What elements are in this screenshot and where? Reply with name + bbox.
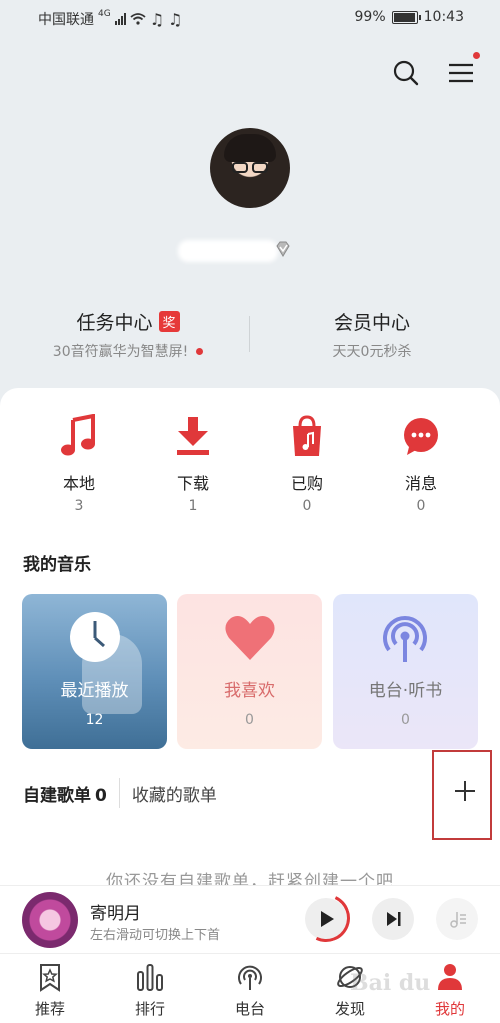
next-icon	[387, 912, 401, 926]
add-playlist-button[interactable]	[432, 750, 492, 840]
tile-radio-audiobook[interactable]: 电台·听书 0	[333, 594, 478, 749]
bar-chart-icon	[137, 964, 163, 991]
vip-center-subtitle: 天天0元秒杀	[332, 344, 412, 360]
network-label: 4G	[98, 9, 111, 19]
username[interactable]	[178, 232, 298, 268]
username-redacted	[178, 240, 278, 262]
tile-count: 0	[401, 712, 410, 728]
song-title: 寄明月	[90, 904, 141, 924]
mini-player[interactable]: 寄明月 左右滑动可切换上下首	[0, 885, 500, 953]
tile-count: 12	[85, 712, 104, 728]
tab-label: 发现	[334, 1000, 365, 1018]
quick-item-local[interactable]: 本地 3	[39, 410, 119, 514]
next-button[interactable]	[372, 898, 414, 940]
signal-icon	[114, 13, 126, 25]
search-button[interactable]	[391, 58, 421, 88]
hamburger-menu-icon	[449, 63, 473, 83]
shopping-bag-icon	[293, 415, 321, 456]
status-bar: 中国联通 4G ♫ ♫ 99% 10:43	[0, 0, 500, 34]
reward-badge: 奖	[158, 311, 180, 332]
quick-item-label: 消息	[404, 474, 437, 493]
quick-item-label: 下载	[176, 474, 209, 493]
wifi-icon	[130, 13, 146, 25]
playlist-tabs: 自建歌单 0 收藏的歌单	[23, 778, 217, 808]
tile-count: 0	[245, 712, 254, 728]
watermark-logo: Bai du	[350, 970, 431, 996]
quick-item-count: 1	[188, 498, 198, 514]
tile-recent-plays[interactable]: 最近播放 12	[22, 594, 167, 749]
tile-liked[interactable]: 我喜欢 0	[177, 594, 322, 749]
playlist-queue-icon	[450, 912, 466, 928]
avatar[interactable]	[210, 128, 290, 208]
vip-center-title: 会员中心	[333, 312, 410, 334]
quick-item-count: 0	[416, 498, 426, 514]
tab-created-playlists[interactable]: 自建歌单 0	[23, 781, 107, 806]
tab-label: 推荐	[34, 1000, 65, 1018]
quick-item-purchased[interactable]: 已购 0	[267, 410, 347, 514]
quick-item-messages[interactable]: 消息 0	[381, 410, 461, 514]
vip-center[interactable]: 会员中心 天天0元秒杀	[282, 308, 462, 361]
download-icon	[177, 417, 209, 455]
battery-icon	[391, 10, 421, 24]
quick-item-label: 本地	[62, 474, 95, 493]
song-subtitle: 左右滑动可切换上下首	[90, 928, 221, 943]
tab-favorited-playlists[interactable]: 收藏的歌单	[132, 781, 217, 806]
tab-radio[interactable]: 电台	[220, 962, 280, 1019]
carrier-label: 中国联通	[38, 12, 94, 28]
tab-divider	[118, 778, 120, 808]
radio-icon	[238, 965, 262, 990]
clock-icon	[70, 612, 120, 662]
battery-percent: 99%	[354, 9, 386, 25]
quick-item-label: 已购	[290, 474, 323, 493]
tab-recommend[interactable]: 推荐	[20, 962, 80, 1019]
task-center-title: 任务中心	[76, 312, 153, 334]
tab-ranking[interactable]: 排行	[120, 962, 180, 1019]
message-bubble-icon	[404, 418, 438, 455]
notification-dot	[473, 52, 480, 59]
music-note-status-icon: ♫	[149, 9, 165, 29]
my-music-title: 我的音乐	[23, 555, 91, 575]
tile-label: 电台·听书	[368, 681, 443, 701]
quick-access-row: 本地 3 下载 1 已购 0 消息 0	[0, 410, 500, 520]
person-icon	[438, 964, 462, 990]
heart-icon	[225, 616, 275, 660]
album-cover[interactable]	[22, 892, 78, 948]
task-center-subtitle: 30音符赢华为智慧屏!	[52, 344, 189, 360]
tile-label: 我喜欢	[224, 681, 275, 701]
quick-item-count: 3	[74, 498, 84, 514]
music-note-icon	[61, 414, 95, 456]
search-icon	[393, 60, 419, 86]
playlist-queue-button[interactable]	[436, 898, 478, 940]
divider	[249, 316, 250, 352]
empty-playlist-tip: 你还没有自建歌单，赶紧创建一个吧	[0, 872, 500, 886]
vip-diamond-icon	[276, 241, 290, 257]
star-bookmark-icon	[40, 964, 60, 992]
music-note-status-icon-2: ♫	[168, 9, 183, 29]
empty-tip-text: 你还没有自建歌单，赶紧创建一个吧	[106, 872, 394, 886]
task-red-dot	[196, 347, 204, 355]
menu-button[interactable]	[447, 52, 480, 88]
tab-label: 我的	[434, 1000, 465, 1018]
tile-label: 最近播放	[60, 681, 129, 701]
created-playlists-count: 0	[95, 785, 107, 806]
tab-label: 排行	[134, 1000, 165, 1018]
created-playlists-label: 自建歌单	[23, 785, 91, 806]
tab-label: 电台	[234, 1000, 265, 1018]
quick-item-download[interactable]: 下载 1	[153, 410, 233, 514]
quick-item-count: 0	[302, 498, 312, 514]
task-center[interactable]: 任务中心 奖 30音符赢华为智慧屏!	[38, 308, 218, 361]
clock-time: 10:43	[423, 9, 464, 25]
radio-icon	[383, 616, 427, 662]
